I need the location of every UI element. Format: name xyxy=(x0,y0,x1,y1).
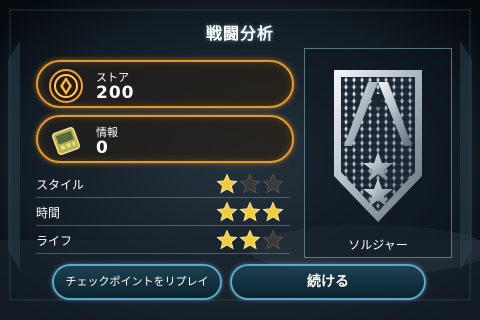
continue-button[interactable]: 続ける xyxy=(230,264,426,300)
intel-panel: 情報 0 xyxy=(36,115,294,163)
star-filled-icon xyxy=(239,229,261,250)
store-panel: ストア 200 xyxy=(36,60,294,108)
rating-label: ライフ xyxy=(36,234,73,248)
rating-label: 時間 xyxy=(36,206,61,220)
star-filled-icon xyxy=(216,173,238,194)
page-title: 戦闘分析 xyxy=(205,24,274,43)
star-filled-icon xyxy=(239,201,261,222)
intel-datapad-icon xyxy=(51,126,81,156)
star-empty-icon xyxy=(262,173,284,194)
star-filled-icon xyxy=(262,201,284,222)
ratings-list: スタイル 時間 ライフ xyxy=(36,170,290,254)
star-empty-icon xyxy=(262,229,284,250)
rating-label: スタイル xyxy=(36,178,85,192)
store-value: 200 xyxy=(96,83,135,103)
class-name: ソルジャー xyxy=(348,238,408,252)
soldier-class-insignia-icon xyxy=(334,70,422,222)
star-filled-icon xyxy=(216,229,238,250)
rating-row-life: ライフ xyxy=(36,226,290,254)
star-rating xyxy=(216,173,285,195)
intel-value: 0 xyxy=(96,138,109,158)
rating-row-style: スタイル xyxy=(36,170,290,198)
rating-row-time: 時間 xyxy=(36,198,290,226)
replay-checkpoint-button[interactable]: チェックポイントをリプレイ xyxy=(52,264,222,300)
star-filled-icon xyxy=(216,201,238,222)
star-rating xyxy=(216,229,285,251)
cerberus-emblem-icon xyxy=(49,69,83,103)
star-empty-icon xyxy=(239,173,261,194)
star-rating xyxy=(216,201,285,223)
